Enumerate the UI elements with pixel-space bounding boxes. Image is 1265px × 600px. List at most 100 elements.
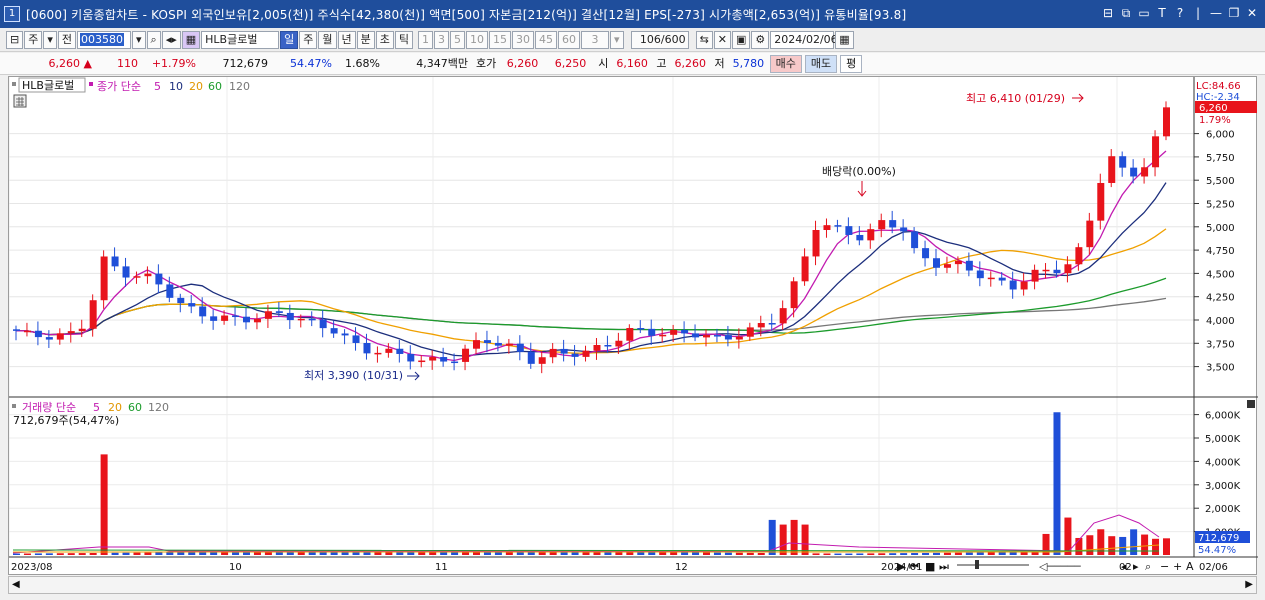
ma-legend-5[interactable]: 5 [154, 80, 161, 93]
chart-canvas[interactable]: 6,000 5,750 5,500 5,250 5,000 4,750 4,500 4,250… [8, 77, 1258, 576]
stock-name-field[interactable]: HLB글로벌 [201, 30, 280, 49]
candle-body [67, 331, 75, 334]
group-icon[interactable]: ▦ [181, 30, 201, 49]
open-label: 시 [598, 56, 609, 70]
interval-10[interactable]: 10 [466, 30, 489, 49]
interval-45[interactable]: 45 [535, 30, 558, 49]
zoom-out-icon[interactable]: − [1160, 560, 1169, 573]
type-dropdown-icon[interactable]: ▾ [43, 30, 57, 49]
low-annotation: 최저 3,390 (10/31) [304, 369, 403, 382]
candle-body [670, 329, 678, 335]
search-icon[interactable]: ⌕ [146, 30, 161, 49]
restore-icon[interactable]: ❐ [1227, 5, 1241, 21]
play-icon[interactable]: ▶ [897, 560, 906, 573]
volume-bar [177, 552, 185, 555]
stock-tag[interactable]: HLB글로벌 [22, 79, 74, 92]
interval-15[interactable]: 15 [489, 30, 512, 49]
chart-menu-icon[interactable]: ⊟ [6, 30, 24, 49]
stop-icon[interactable]: ■ [925, 560, 935, 573]
volume-bar [812, 553, 820, 555]
average-button[interactable]: 평 [840, 54, 863, 73]
candle-body [845, 226, 853, 235]
sell-button[interactable]: 매도 [804, 54, 838, 73]
period-week[interactable]: 주 [299, 30, 318, 49]
stock-code-input[interactable]: 003580 [77, 30, 131, 49]
ma-legend-label[interactable]: 종가 단순 [97, 80, 141, 93]
volume-bar [166, 552, 174, 555]
candle-body [275, 311, 283, 313]
period-year[interactable]: 년 [337, 30, 356, 49]
layout-icon[interactable]: ▭ [1137, 5, 1151, 21]
vol-legend-20[interactable]: 20 [108, 401, 122, 414]
period-month[interactable]: 월 [318, 30, 337, 49]
help-icon[interactable]: ? [1173, 5, 1187, 21]
volume-bar [976, 552, 984, 555]
font-icon[interactable]: T [1155, 5, 1169, 21]
settings-icon[interactable]: ⚙ [751, 30, 770, 49]
candle-body [604, 345, 612, 347]
interval-dropdown-icon[interactable]: ▾ [610, 30, 624, 49]
candle-body [724, 335, 732, 340]
ma-legend-20[interactable]: 20 [189, 80, 203, 93]
speed-slider-thumb[interactable] [975, 560, 979, 569]
interval-1[interactable]: 1 [418, 30, 434, 49]
interval-60[interactable]: 60 [558, 30, 581, 49]
scroll-left-arrow-icon[interactable]: ◀ [12, 579, 20, 590]
save-icon[interactable]: ▣ [732, 30, 751, 49]
interval-3[interactable]: 3 [434, 30, 450, 49]
date-input[interactable]: 2024/02/06 [770, 30, 838, 49]
crosshair-icon[interactable]: ✕ [713, 30, 731, 49]
period-tick[interactable]: 틱 [394, 30, 414, 49]
vol-legend-5[interactable]: 5 [93, 401, 100, 414]
minimize-icon[interactable]: — [1209, 5, 1223, 21]
scroll-left-icon[interactable]: ◂ [1121, 560, 1127, 573]
interval-input[interactable]: 3 [581, 30, 610, 49]
vol-legend-120[interactable]: 120 [148, 401, 169, 414]
cascade-icon[interactable]: ⧉ [1119, 5, 1133, 21]
pane-close-icon[interactable] [1247, 400, 1255, 408]
candle-body [407, 353, 415, 362]
close-icon[interactable]: ✕ [1245, 5, 1259, 21]
volume-bar [1152, 538, 1160, 555]
range-control[interactable]: ◁───── [1039, 560, 1081, 573]
ma-legend-10[interactable]: 10 [169, 80, 183, 93]
candle-body [451, 361, 459, 364]
scroll-right-icon[interactable]: ▸ [1133, 560, 1139, 573]
vol-legend-label[interactable]: 거래량 단순 [22, 401, 76, 414]
forward-icon[interactable]: ⏭ [939, 560, 949, 573]
speaker-icon[interactable]: ◂▸ [161, 30, 181, 49]
indicator-icon[interactable]: ⇆ [695, 30, 713, 49]
buy-button[interactable]: 매수 [769, 54, 802, 73]
volume-bar [911, 553, 919, 555]
prev-button[interactable]: 전 [57, 30, 76, 49]
interval-5[interactable]: 5 [450, 30, 466, 49]
calendar-icon[interactable]: ▦ [835, 30, 854, 49]
auto-scale-icon[interactable]: A [1186, 560, 1194, 573]
candle-body [111, 256, 119, 267]
candle-body [965, 260, 973, 271]
scroll-right-arrow-icon[interactable]: ▶ [1245, 579, 1253, 590]
price-tick-label: 5,750 [1206, 153, 1235, 164]
zoom-in-icon[interactable]: + [1173, 560, 1182, 573]
minimize-panel-icon[interactable]: ⊟ [1101, 5, 1115, 21]
zoom-icon[interactable]: ⌕ [1145, 560, 1151, 573]
candle-body [363, 342, 371, 354]
ask-price: 6,260 [506, 56, 539, 70]
code-dropdown-icon[interactable]: ▾ [132, 30, 146, 49]
period-day[interactable]: 일 [280, 30, 299, 49]
price-tick-label: 4,250 [1206, 293, 1235, 304]
ma-legend-120[interactable]: 120 [229, 80, 250, 93]
interval-30[interactable]: 30 [512, 30, 535, 49]
vol-legend-60[interactable]: 60 [128, 401, 142, 414]
ma-legend-60[interactable]: 60 [208, 80, 222, 93]
chart-area[interactable]: 6,000 5,750 5,500 5,250 5,000 4,750 4,500 4,250… [8, 76, 1258, 576]
data-count-input[interactable]: 106/600 [630, 30, 689, 49]
type-select[interactable]: 주 [24, 30, 43, 49]
separator: | [1195, 6, 1201, 20]
horizontal-scrollbar[interactable]: ◀ ▶ [8, 576, 1257, 594]
rewind-icon[interactable]: ⏮ [909, 560, 919, 573]
period-second[interactable]: 초 [375, 30, 394, 49]
volume-bar [1009, 552, 1017, 555]
period-minute[interactable]: 분 [356, 30, 375, 49]
candle-body [122, 266, 130, 278]
